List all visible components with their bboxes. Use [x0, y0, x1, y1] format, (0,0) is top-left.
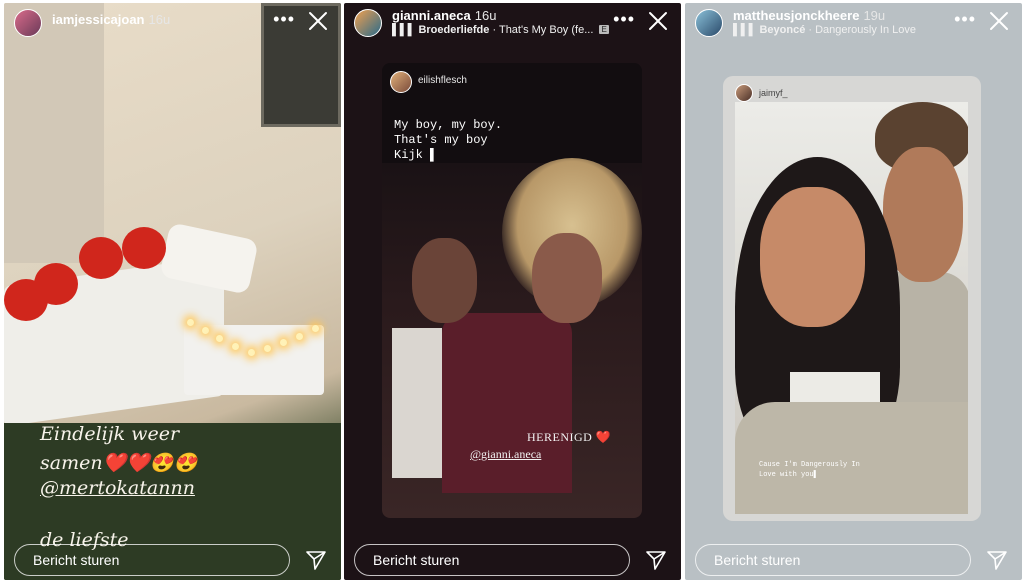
story-header: mattheusjonckheere 19u ▌▌▌ Beyoncé · Dang… — [685, 3, 1022, 45]
mention-link[interactable]: @mertokatannn — [40, 477, 195, 499]
story-card-1[interactable]: Eindelijk weer samen❤️❤️😍😍 @mertokatannn… — [4, 3, 341, 580]
balloon — [34, 263, 78, 305]
send-icon[interactable] — [986, 549, 1008, 571]
story-header: gianni.aneca 16u ▌▌▌ Broederliefde · That… — [344, 3, 681, 45]
story-username-line: gianni.aneca 16u — [392, 8, 496, 23]
candle — [280, 339, 287, 346]
story-photo — [735, 102, 968, 514]
story-card-2[interactable]: eilishflesch My boy, my boy. That's my b… — [344, 3, 681, 580]
username[interactable]: mattheusjonckheere — [733, 8, 859, 23]
music-song: That's My Boy (fe... — [498, 24, 594, 36]
music-bars-icon: ▌▌▌ — [392, 24, 416, 36]
timestamp: 16u — [474, 8, 497, 23]
timestamp: 19u — [863, 8, 886, 23]
story-footer: Bericht sturen — [4, 536, 341, 580]
candle — [248, 349, 255, 356]
candle — [187, 319, 194, 326]
music-info[interactable]: ▌▌▌ Beyoncé · Dangerously In Love — [733, 24, 916, 36]
timestamp: 16u — [148, 12, 171, 27]
more-options-icon[interactable]: ••• — [273, 9, 295, 30]
candle — [232, 343, 239, 350]
music-artist: Broederliefde — [418, 24, 490, 36]
candle — [216, 335, 223, 342]
explicit-badge: E — [599, 25, 609, 34]
message-input[interactable]: Bericht sturen — [354, 544, 630, 576]
more-options-icon[interactable]: ••• — [613, 9, 635, 30]
send-icon[interactable] — [645, 549, 667, 571]
typed-text: My boy, my boy. That's my boy Kijk ▌ — [394, 118, 503, 162]
message-input[interactable]: Bericht sturen — [695, 544, 971, 576]
mention-link[interactable]: @gianni.aneca — [470, 447, 541, 462]
balloon — [79, 237, 123, 279]
story-card-3[interactable]: jaimyf_ Cause I'm Dangerously In Love wi… — [685, 3, 1022, 580]
balloon — [122, 227, 166, 269]
candle — [264, 345, 271, 352]
avatar[interactable] — [354, 9, 382, 37]
music-bars-icon: ▌▌▌ — [733, 24, 757, 36]
bedside-table — [184, 325, 324, 395]
repost-avatar[interactable] — [735, 84, 753, 102]
repost-avatar[interactable] — [390, 71, 412, 93]
story-username-line: iamjessicajoan 16u — [52, 12, 170, 27]
story-footer: Bericht sturen — [344, 536, 681, 580]
reposted-story-frame[interactable]: eilishflesch My boy, my boy. That's my b… — [382, 63, 642, 518]
candle — [296, 333, 303, 340]
close-icon[interactable] — [647, 10, 669, 32]
music-info[interactable]: ▌▌▌ Broederliefde · That's My Boy (fe...… — [392, 24, 609, 36]
more-options-icon[interactable]: ••• — [954, 9, 976, 30]
username[interactable]: gianni.aneca — [392, 8, 471, 23]
repost-username[interactable]: eilishflesch — [418, 75, 467, 86]
repost-username[interactable]: jaimyf_ — [759, 88, 788, 98]
close-icon[interactable] — [307, 10, 329, 32]
message-input[interactable]: Bericht sturen — [14, 544, 290, 576]
sticker-text: HERENIGD ❤️ — [527, 430, 612, 444]
story-footer: Bericht sturen — [685, 536, 1022, 580]
story-username-line: mattheusjonckheere 19u — [733, 8, 885, 23]
overlay-text-line: Eindelijk weer — [40, 423, 180, 445]
avatar[interactable] — [14, 9, 42, 37]
send-icon[interactable] — [305, 549, 327, 571]
story-header: iamjessicajoan 16u ••• — [4, 3, 341, 45]
caption-text: Cause I'm Dangerously In Love with you▌ — [759, 461, 860, 479]
candle — [202, 327, 209, 334]
avatar[interactable] — [695, 9, 723, 37]
close-icon[interactable] — [988, 10, 1010, 32]
reposted-story-frame[interactable]: jaimyf_ Cause I'm Dangerously In Love wi… — [723, 76, 981, 521]
music-artist: Beyoncé — [759, 24, 806, 36]
candle — [312, 325, 319, 332]
music-song: Dangerously In Love — [815, 24, 917, 36]
username[interactable]: iamjessicajoan — [52, 12, 145, 27]
overlay-text-line: samen❤️❤️😍😍 — [40, 452, 198, 474]
